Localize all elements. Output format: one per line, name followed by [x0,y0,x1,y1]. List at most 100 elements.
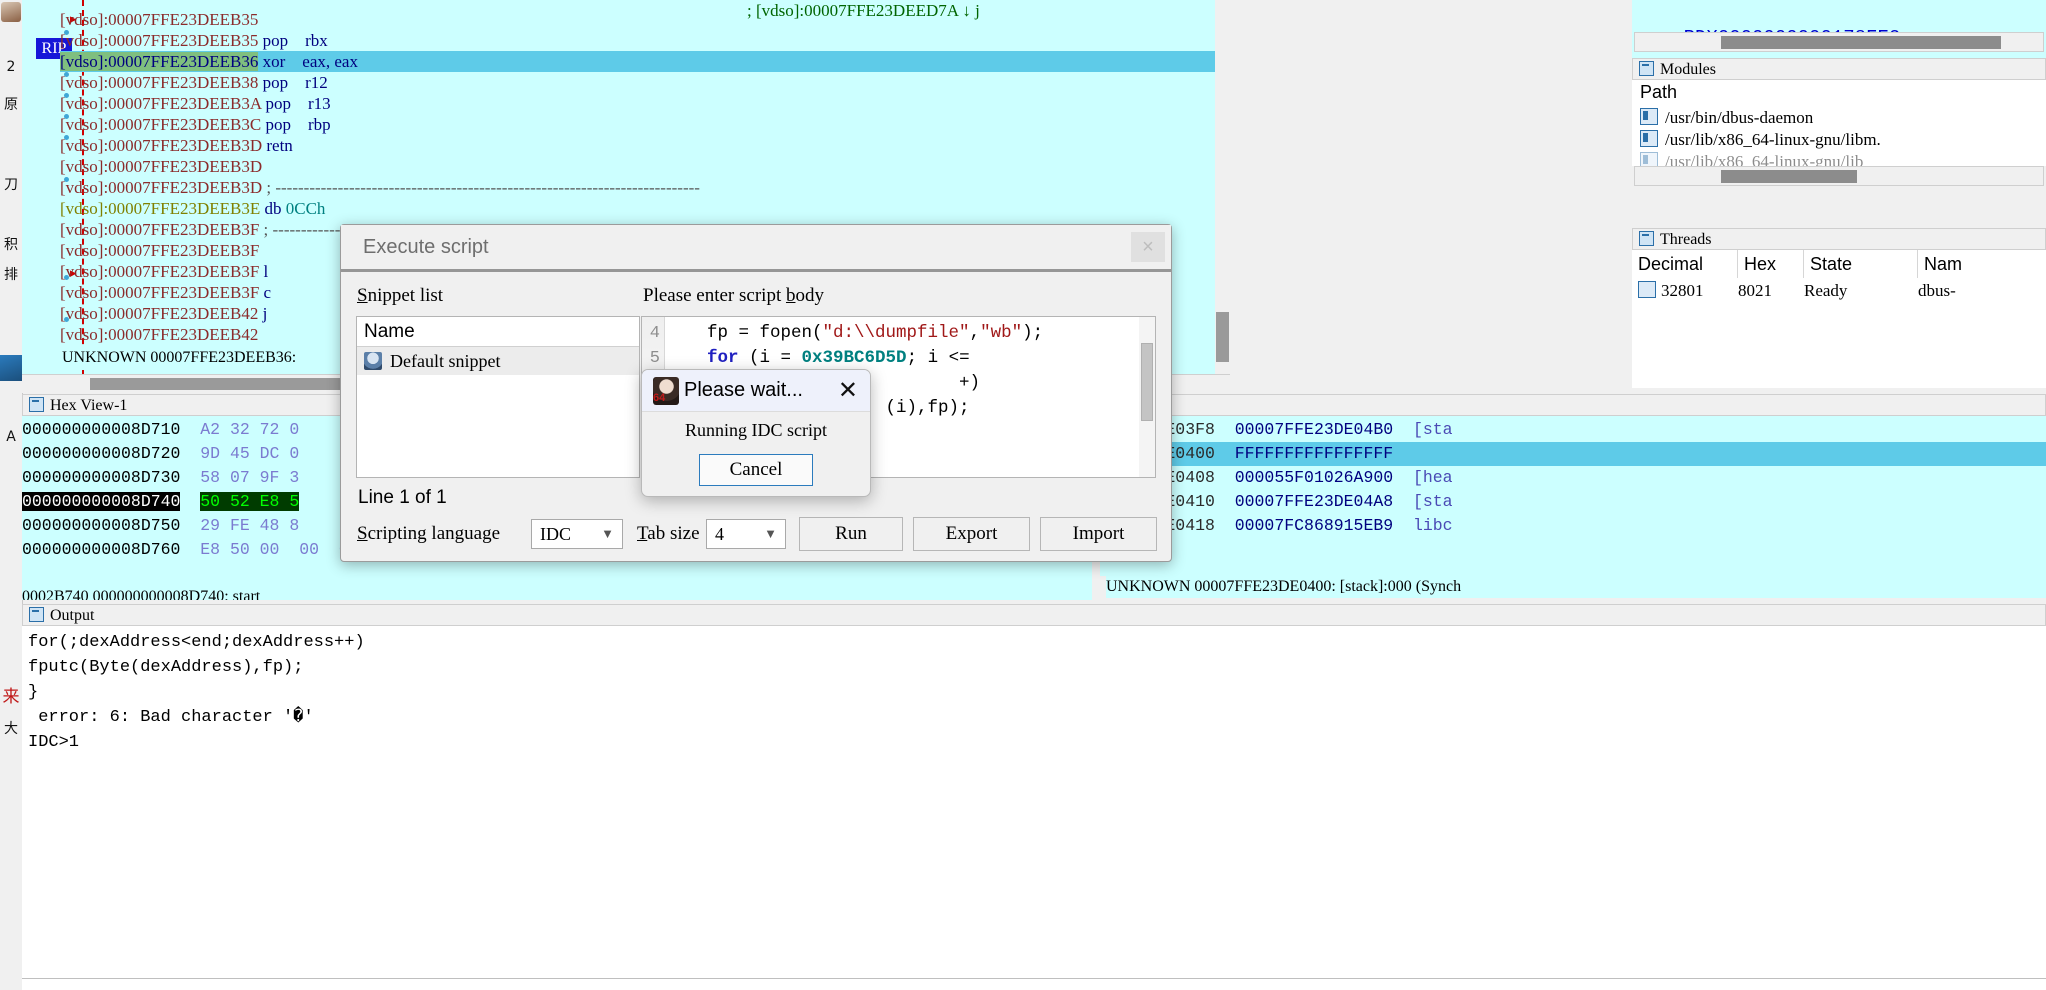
left-tab-strip[interactable]: 2 原 刀 积 排 A 来 大 [0,0,23,780]
threads-col-decimal[interactable]: Decimal [1632,250,1738,278]
disassembly-line[interactable]: [vdso]:00007FFE23DEEB35 [60,9,258,30]
output-icon [29,607,44,622]
snippet-list-label-text: nippet list [367,285,444,306]
output-panel[interactable]: Output for(;dexAddress<end;dexAddress++)… [22,604,2046,990]
chevron-down-icon: ▼ [601,526,614,541]
threads-col-name[interactable]: Nam [1918,250,2046,278]
disassembly-line[interactable]: [vdso]:00007FFE23DEEB3F c [60,282,297,303]
snippet-list-item[interactable]: Default snippet [357,347,639,375]
threads-body[interactable]: Decimal Hex State Nam 32801 8021 Ready d… [1632,250,2046,388]
left-strip-char-7: 大 [4,721,18,737]
output-body[interactable]: for(;dexAddress<end;dexAddress++) fputc(B… [22,626,2046,990]
avatar-icon-top [1,2,21,22]
disassembly-line[interactable]: [vdso]:00007FFE23DEEB3D [60,156,262,177]
disassembly-line-current[interactable]: [vdso]:00007FFE23DEEB36 xor eax, eax [60,51,1230,72]
import-button[interactable]: Import [1040,517,1157,551]
close-icon[interactable]: × [1131,232,1165,262]
thread-row[interactable]: 32801 8021 Ready dbus- [1632,278,2046,304]
hex-row[interactable]: 000000000008D710 A2 32 72 0 [22,418,299,442]
register-row-rdx[interactable]: RDX0000000000178FE2 ⇨ [1638,2,1901,73]
disassembly-line[interactable]: [vdso]:00007FFE23DEEB3F l [60,261,294,282]
hex-row[interactable]: 000000000008D750 29 FE 48 8 [22,514,299,538]
script-body-label: Please enter script body [643,285,824,307]
code-line[interactable]: for (i = 0x39BC6D5D; i <= [665,346,970,371]
module-row-0[interactable]: /usr/bin/dbus-daemon [1640,106,1813,130]
module-path: /usr/lib/x86_64-linux-gnu/lib [1665,152,1864,166]
thread-decimal: 32801 [1638,278,1704,304]
code-line[interactable]: fp = fopen("d:\\dumpfile","wb"); [665,321,1043,346]
disassembly-line[interactable]: [vdso]:00007FFE23DEEB42 j [60,303,293,324]
module-icon [1640,152,1658,166]
code-vertical-scrollbar[interactable] [1139,317,1155,477]
chevron-down-icon: ▼ [764,526,777,541]
left-strip-char-0: 2 [6,59,16,75]
snippet-icon [364,352,382,370]
please-wait-title: Please wait... [684,379,803,401]
threads-col-state[interactable]: State [1804,250,1918,278]
disassembly-line[interactable]: [vdso]:00007FFE23DEEB38 pop r12 [60,72,328,93]
modules-body[interactable]: Path /usr/bin/dbus-daemon /usr/lib/x86_6… [1632,80,2046,166]
stack-view-body[interactable]: FFE23DE03F8 00007FFE23DE04B0 [staFFE23DE… [1100,416,2046,576]
modules-panel[interactable]: Modules Path /usr/bin/dbus-daemon /usr/l… [1632,58,2046,188]
left-strip-char-2: 刀 [4,177,18,193]
tab-size-label: Tab size [637,523,700,545]
threads-header-row: Decimal Hex State Nam [1632,250,2046,278]
module-path: /usr/bin/dbus-daemon [1665,108,1814,127]
please-wait-dialog[interactable]: 64 Please wait... ✕ Running IDC script C… [641,369,871,497]
stack-view-title-bar: k view [1100,394,2046,416]
snippet-column-name[interactable]: Name [357,317,639,347]
module-row-2[interactable]: /usr/lib/x86_64-linux-gnu/lib [1640,150,1863,166]
script-body-label-post: ody [795,285,824,306]
export-button[interactable]: Export [913,517,1030,551]
threads-col-hex[interactable]: Hex [1738,250,1804,278]
threads-title-bar: Threads [1632,228,2046,250]
module-row-1[interactable]: /usr/lib/x86_64-linux-gnu/libm. [1640,128,1881,152]
disassembly-line[interactable]: [vdso]:00007FFE23DEEB3C pop rbp [60,114,331,135]
thread-name: dbus- [1918,281,1956,300]
module-icon [1640,108,1658,125]
script-body-label-pre: Please enter script [643,285,786,306]
disassembly-line[interactable]: [vdso]:00007FFE23DEEB3D ; --------------… [60,177,700,198]
disassembly-line[interactable]: [vdso]:00007FFE23DEEB35 pop rbx [60,30,328,51]
registers-panel[interactable]: RDX0000000000178FE2 ⇨ [1632,0,2046,73]
hex-row[interactable]: 000000000008D740 50 52 E8 5 [22,490,300,514]
modules-title-bar: Modules [1632,58,2046,80]
left-strip-char-5: A [6,429,16,445]
threads-title: Threads [1660,231,1712,248]
threads-panel[interactable]: Threads Decimal Hex State Nam 32801 8021… [1632,228,2046,388]
left-strip-char-1: 原 [4,97,18,113]
please-wait-message: Running IDC script [685,420,827,440]
scripting-language-select[interactable]: IDC ▼ [531,519,623,549]
module-path: /usr/lib/x86_64-linux-gnu/libm. [1665,130,1881,149]
hex-row[interactable]: 000000000008D730 58 07 9F 3 [22,466,299,490]
thread-hex: 8021 [1738,281,1772,300]
dialog-bottom-bar: Scripting language IDC ▼ Tab size 4 ▼ Ru… [341,506,1171,561]
modules-icon [1639,61,1654,76]
left-strip-char-6: 来 [2,687,20,707]
run-button[interactable]: Run [799,517,903,551]
output-line: for(;dexAddress<end;dexAddress++) [28,633,365,652]
cancel-button[interactable]: Cancel [699,454,813,486]
disassembly-line[interactable]: [vdso]:00007FFE23DEEB3D retn [60,135,306,156]
close-icon[interactable]: ✕ [838,370,858,411]
snippet-list[interactable]: Name Default snippet [356,316,640,478]
xref-comment: ; [vdso]:00007FFE23DEED7A ↓ j [747,1,980,20]
disassembly-line[interactable]: [vdso]:00007FFE23DEEB3A pop r13 [60,93,331,114]
output-line: fputc(Byte(dexAddress),fp); [28,658,304,677]
tab-size-value: 4 [715,524,724,544]
scripting-language-label-text: cripting language [367,523,501,544]
hex-row[interactable]: 000000000008D720 9D 45 DC 0 [22,442,299,466]
output-line: IDC>1 [28,733,80,752]
disassembly-vertical-scrollbar[interactable] [1215,0,1230,374]
module-icon [1640,130,1658,147]
registers-horizontal-scrollbar[interactable] [1634,32,2044,52]
output-title: Output [50,607,95,624]
modules-horizontal-scrollbar[interactable] [1634,166,2044,186]
code-line-number: 4 [649,324,660,343]
hex-view-status: 0002B740 000000000008D740: start [22,586,1092,600]
stack-view-panel[interactable]: k view FFE23DE03F8 00007FFE23DE04B0 [sta… [1100,394,2046,600]
disassembly-line[interactable]: [vdso]:00007FFE23DEEB42 [60,324,258,345]
disassembly-line[interactable]: [vdso]:00007FFE23DEEB3E db 0CCh [60,198,325,219]
tab-size-select[interactable]: 4 ▼ [706,519,786,549]
disassembly-line[interactable]: [vdso]:00007FFE23DEEB3F [60,240,259,261]
